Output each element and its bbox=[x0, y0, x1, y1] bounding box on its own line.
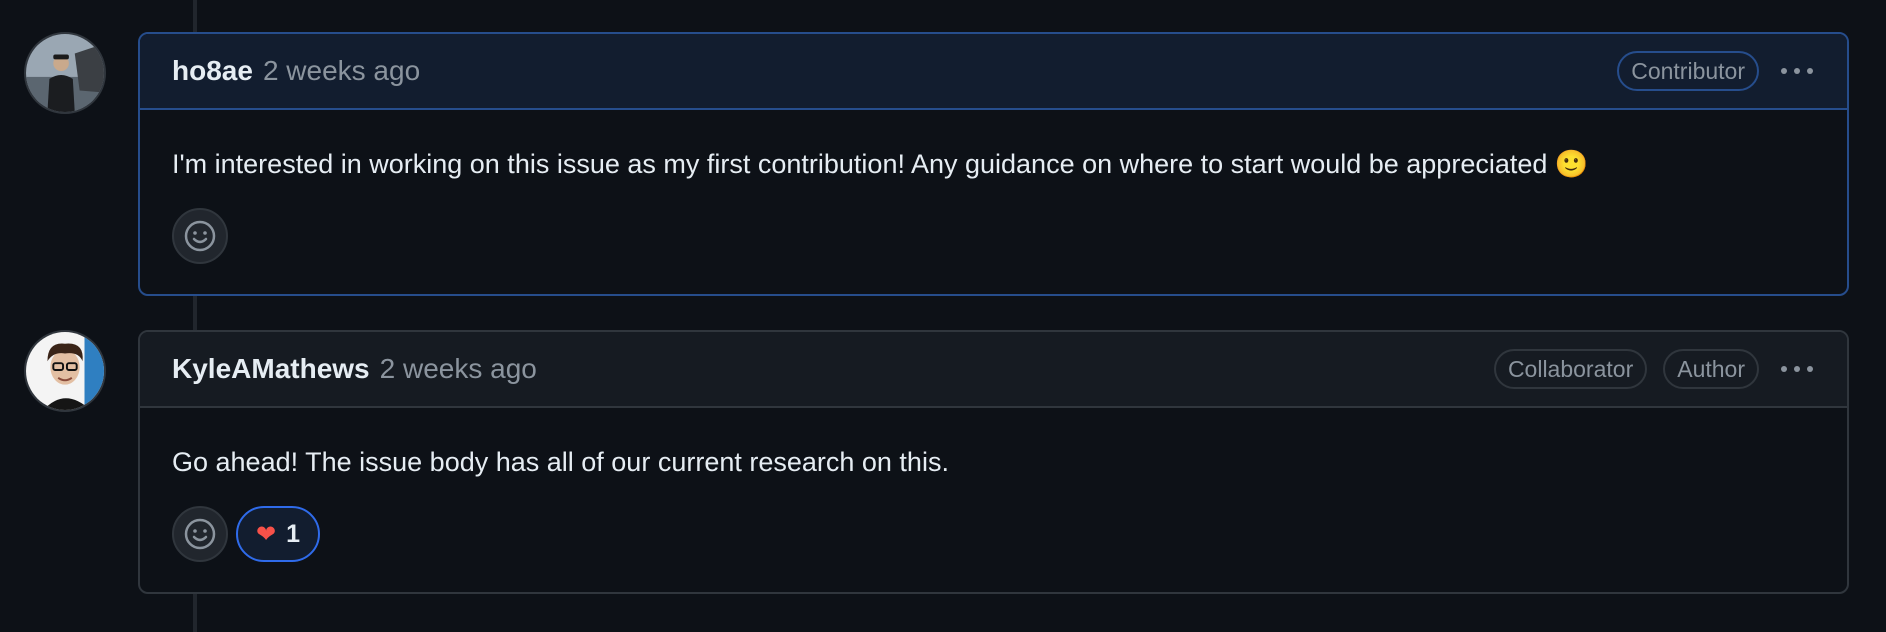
avatar-ho8ae[interactable] bbox=[24, 32, 106, 114]
avatar-kyleamathews[interactable] bbox=[24, 330, 106, 412]
add-reaction-button[interactable] bbox=[172, 506, 228, 562]
comment-header: ho8ae 2 weeks ago Contributor bbox=[140, 34, 1847, 110]
add-reaction-button[interactable] bbox=[172, 208, 228, 264]
comment-timestamp[interactable]: 2 weeks ago bbox=[380, 353, 537, 385]
comment-body: Go ahead! The issue body has all of our … bbox=[140, 408, 1847, 592]
comment-text: Go ahead! The issue body has all of our … bbox=[172, 447, 949, 477]
smiley-icon bbox=[184, 518, 216, 550]
comment-author[interactable]: ho8ae bbox=[172, 55, 253, 87]
comment-author[interactable]: KyleAMathews bbox=[172, 353, 370, 385]
kebab-menu-icon[interactable] bbox=[1779, 354, 1815, 384]
heart-icon: ❤ bbox=[256, 520, 277, 548]
reactions-bar bbox=[172, 208, 1815, 264]
smiley-icon bbox=[184, 220, 216, 252]
comment-header: KyleAMathews 2 weeks ago Collaborator Au… bbox=[140, 332, 1847, 408]
role-badge-author: Author bbox=[1663, 349, 1759, 389]
heart-reaction-button[interactable]: ❤ 1 bbox=[236, 506, 321, 562]
kebab-menu-icon[interactable] bbox=[1779, 56, 1815, 86]
comment-text: I'm interested in working on this issue … bbox=[172, 149, 1589, 179]
reactions-bar: ❤ 1 bbox=[172, 506, 1815, 562]
comment-box: KyleAMathews 2 weeks ago Collaborator Au… bbox=[138, 330, 1849, 594]
comment-body: I'm interested in working on this issue … bbox=[140, 110, 1847, 294]
comment-box: ho8ae 2 weeks ago Contributor I'm intere… bbox=[138, 32, 1849, 296]
reaction-count: 1 bbox=[286, 519, 301, 548]
role-badge-collaborator: Collaborator bbox=[1493, 349, 1648, 389]
role-badge-contributor: Contributor bbox=[1617, 51, 1759, 91]
comment-timestamp[interactable]: 2 weeks ago bbox=[263, 55, 420, 87]
